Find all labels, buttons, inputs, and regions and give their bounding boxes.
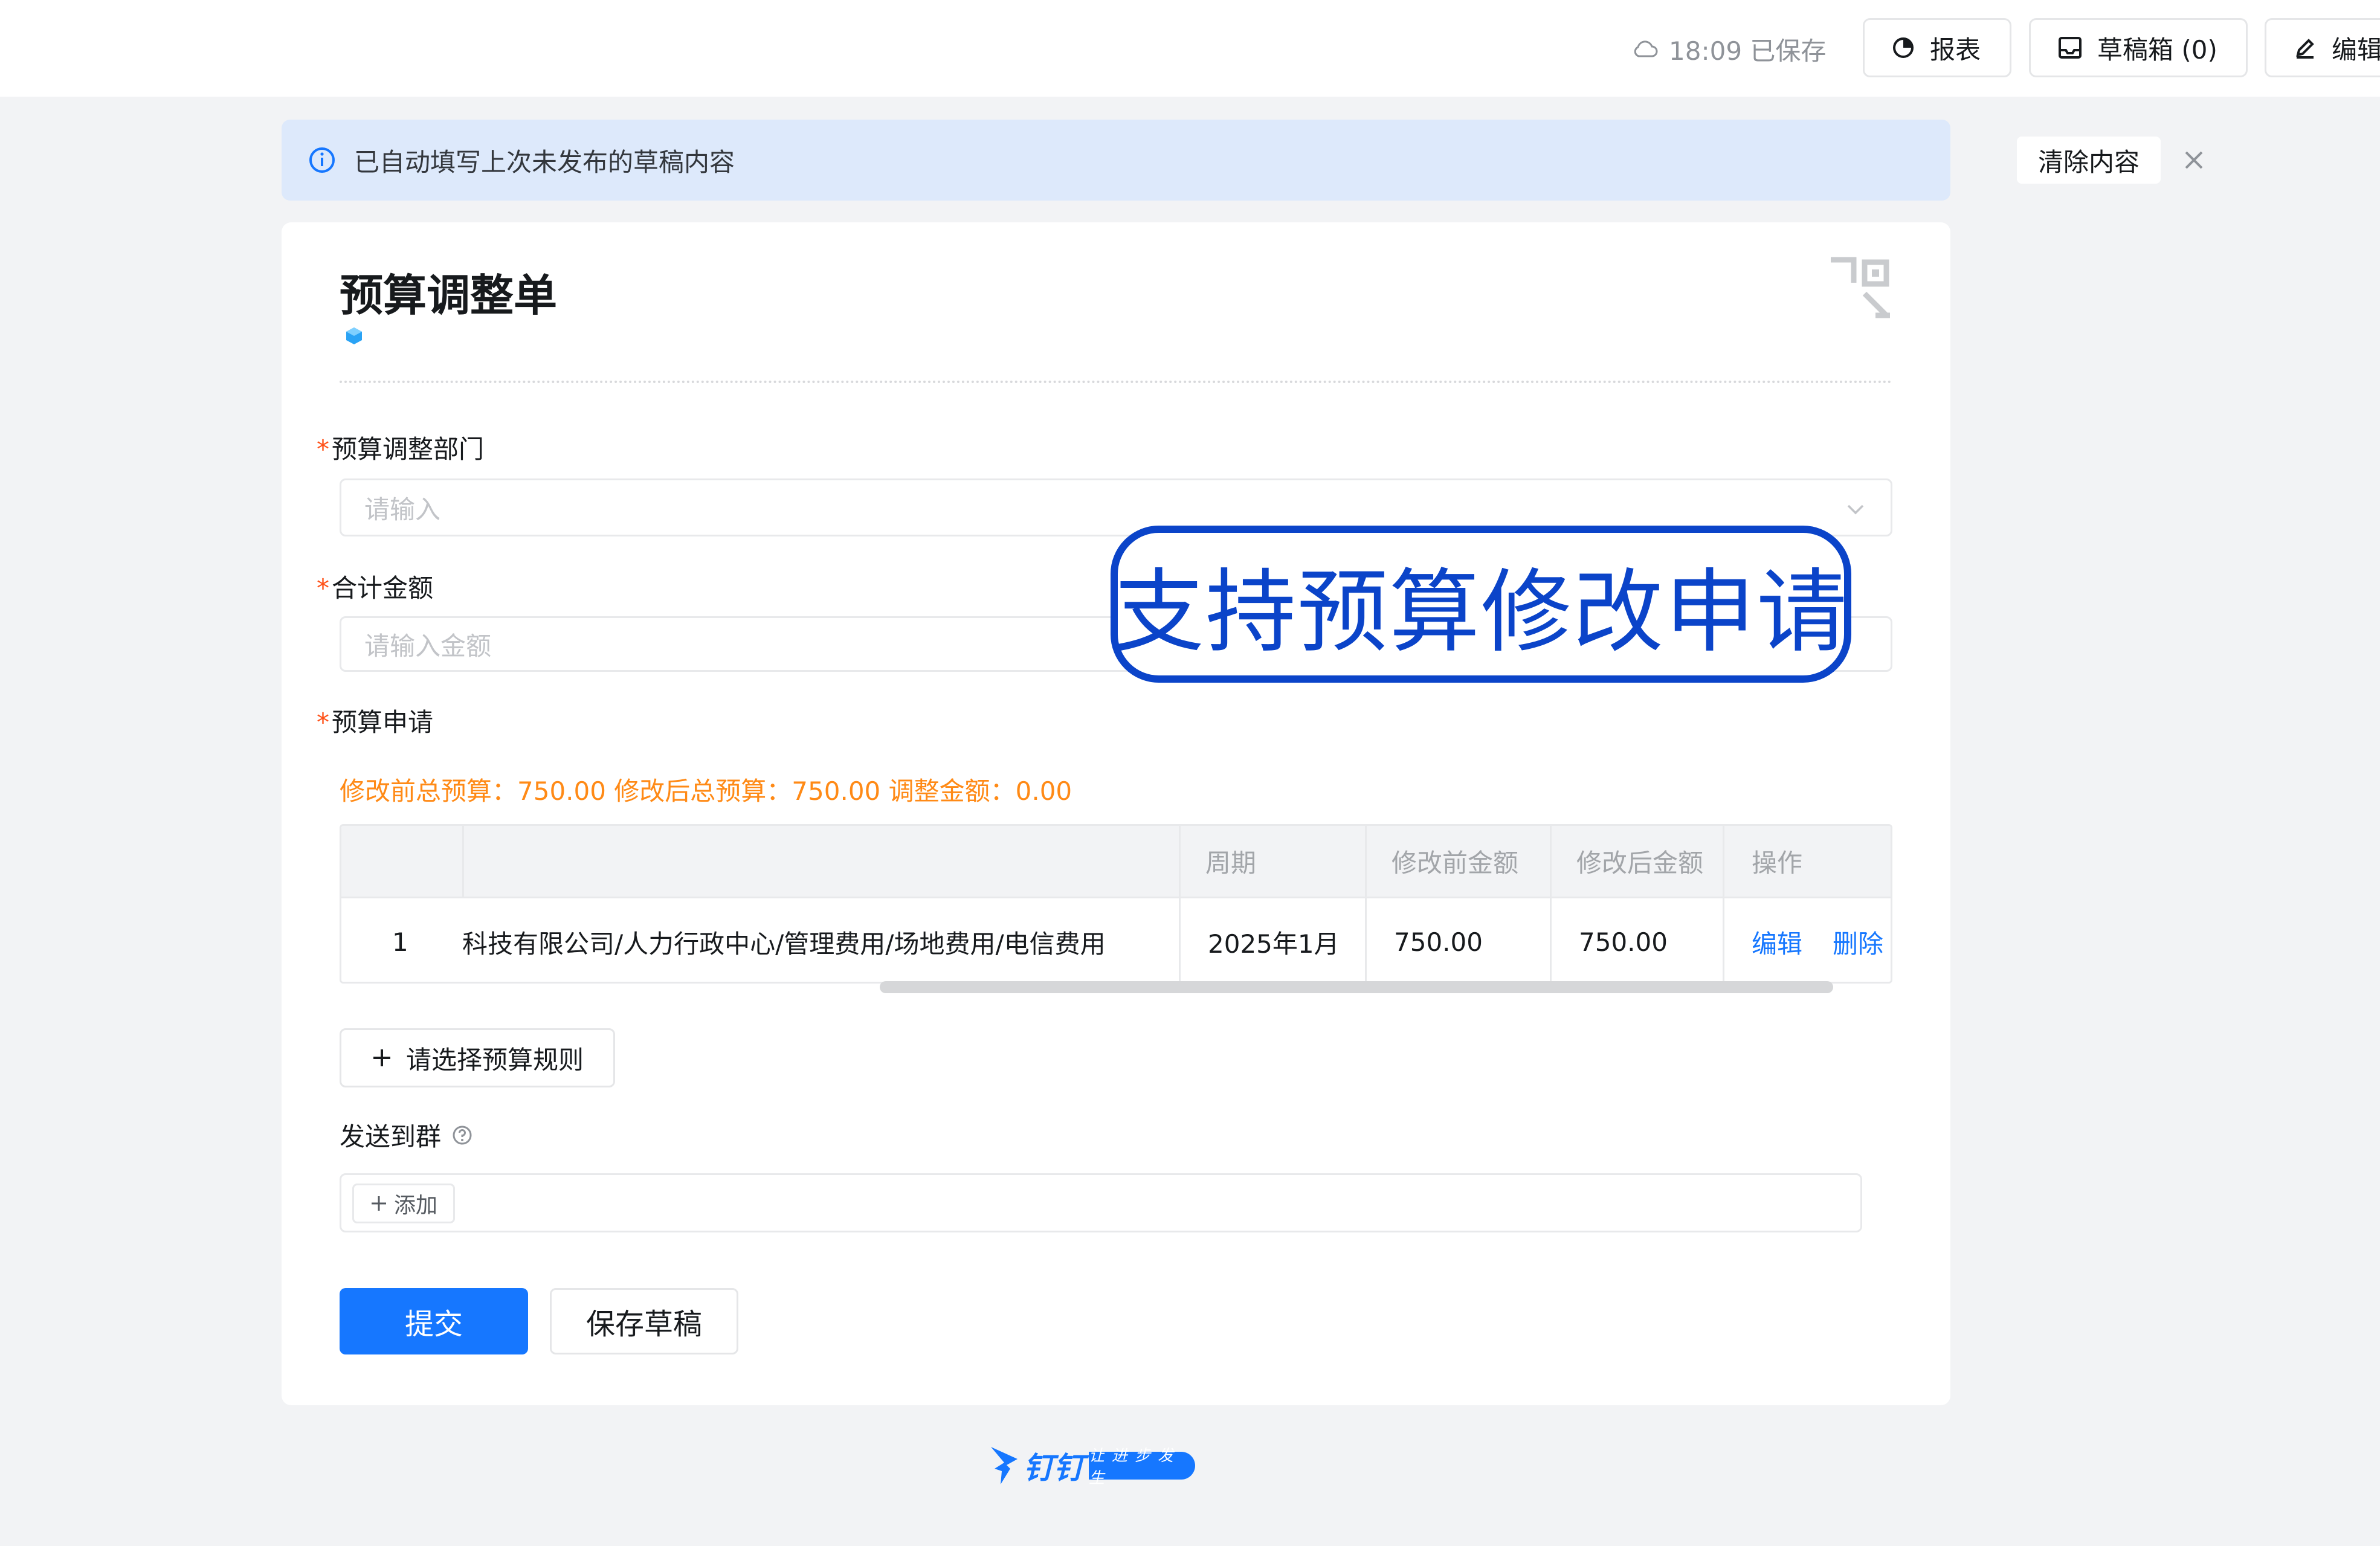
- save-status: 18:09 已保存: [1631, 30, 1826, 68]
- row-period: 2025年1月: [1208, 929, 1340, 959]
- select-budget-rule-label: 请选择预算规则: [405, 1045, 584, 1075]
- drafts-label: 草稿箱 (0): [2097, 34, 2217, 65]
- col-divider: [1365, 898, 1367, 982]
- table-row: 1 科技有限公司/人力行政中心/管理费用/场地费用/电信费用 2025年1月 7…: [341, 898, 1891, 982]
- required-mark: *: [317, 707, 329, 737]
- title-divider: [340, 381, 1892, 383]
- department-label: *预算调整部门: [317, 434, 485, 464]
- cloud-icon: [1634, 40, 1658, 57]
- department-placeholder: 请输入: [364, 494, 441, 524]
- info-icon: [309, 147, 335, 173]
- save-status-text: 18:09 已保存: [1669, 36, 1827, 66]
- row-edit-link[interactable]: 编辑: [1752, 924, 1802, 961]
- total-amount-label: *合计金额: [317, 573, 434, 603]
- budget-table: 周期 修改前金额 修改后金额 操作 1 科技有限公司/人力行政中心/管理费用/场…: [340, 824, 1892, 984]
- col-divider: [1550, 898, 1552, 982]
- budget-request-label: *预算申请: [317, 707, 434, 737]
- header-item: [462, 826, 1272, 897]
- header-actions: 操作: [1752, 848, 1803, 878]
- add-group-label: 添加: [393, 1193, 437, 1218]
- total-amount-placeholder: 请输入金额: [364, 631, 492, 661]
- col-divider: [1179, 898, 1181, 982]
- required-mark: *: [317, 434, 329, 464]
- report-label: 报表: [1930, 34, 1981, 65]
- top-bar: 18:09 已保存 报表 草稿箱 (0) 编辑: [0, 0, 2380, 97]
- plus-icon: [373, 1049, 390, 1066]
- close-icon[interactable]: [2179, 145, 2209, 175]
- row-after-amount: 750.00: [1579, 927, 1668, 957]
- row-item: 科技有限公司/人力行政中心/管理费用/场地费用/电信费用: [462, 929, 1106, 959]
- clear-content-button[interactable]: 清除内容: [2017, 137, 2161, 184]
- add-group-button[interactable]: 添加: [352, 1184, 455, 1223]
- submit-button[interactable]: 提交: [340, 1288, 528, 1354]
- pie-chart-icon: [1893, 37, 1914, 58]
- inbox-icon: [2059, 37, 2082, 59]
- col-divider: [462, 826, 464, 897]
- row-actions: 编辑 删除: [1723, 898, 1891, 982]
- chevron-down-icon: [1847, 504, 1864, 515]
- drafts-button[interactable]: 草稿箱 (0): [2029, 18, 2248, 77]
- brand-name: 钉钉: [1024, 1451, 1084, 1486]
- save-draft-button[interactable]: 保存草稿: [550, 1288, 738, 1354]
- form-type-icon: [346, 327, 362, 344]
- edit-form-button[interactable]: 编辑: [2265, 18, 2380, 77]
- select-budget-rule-button[interactable]: 请选择预算规则: [340, 1028, 615, 1087]
- pencil-icon: [2296, 39, 2314, 59]
- group-picker: 添加: [340, 1173, 1862, 1232]
- header-period: 周期: [1205, 848, 1257, 878]
- qr-code-icon[interactable]: [1827, 256, 1894, 323]
- banner-message: 已自动填写上次未发布的草稿内容: [354, 147, 735, 177]
- edit-label: 编辑: [2332, 34, 2380, 65]
- header-before-amount: 修改前金额: [1392, 848, 1519, 878]
- col-divider: [1550, 826, 1552, 897]
- col-divider: [1723, 898, 1724, 982]
- form-card: 预算调整单 *预算调整部门 请输入 *合计金额 请输入金额 *预算申请 修改前总…: [282, 222, 1950, 1405]
- header-index: [366, 826, 462, 897]
- col-divider: [1723, 826, 1724, 897]
- help-icon[interactable]: [452, 1125, 472, 1145]
- table-header: 周期 修改前金额 修改后金额 操作: [341, 826, 1891, 898]
- feature-callout: 支持预算修改申请: [1111, 526, 1851, 683]
- plus-icon: [371, 1196, 386, 1211]
- dingtalk-logo: 钉钉 让进步发生: [988, 1444, 1195, 1487]
- col-divider: [1365, 826, 1367, 897]
- page-title: 预算调整单: [340, 270, 558, 321]
- dingtalk-wing-icon: [991, 1447, 1017, 1484]
- header-after-amount: 修改后金额: [1576, 848, 1704, 878]
- draft-restored-banner: 已自动填写上次未发布的草稿内容 清除内容: [282, 120, 2203, 201]
- budget-summary: 修改前总预算：750.00 修改后总预算：750.00 调整金额：0.00: [340, 776, 1072, 806]
- row-before-amount: 750.00: [1394, 927, 1483, 957]
- col-divider: [1179, 826, 1181, 897]
- brand-slogan: 让进步发生: [1089, 1447, 1195, 1487]
- send-to-group-label: 发送到群: [340, 1116, 472, 1153]
- table-horizontal-scrollbar[interactable]: [880, 981, 1833, 993]
- required-mark: *: [317, 573, 329, 603]
- report-button[interactable]: 报表: [1863, 18, 2011, 77]
- row-delete-link[interactable]: 删除: [1833, 924, 1883, 961]
- row-index: 1: [392, 927, 408, 957]
